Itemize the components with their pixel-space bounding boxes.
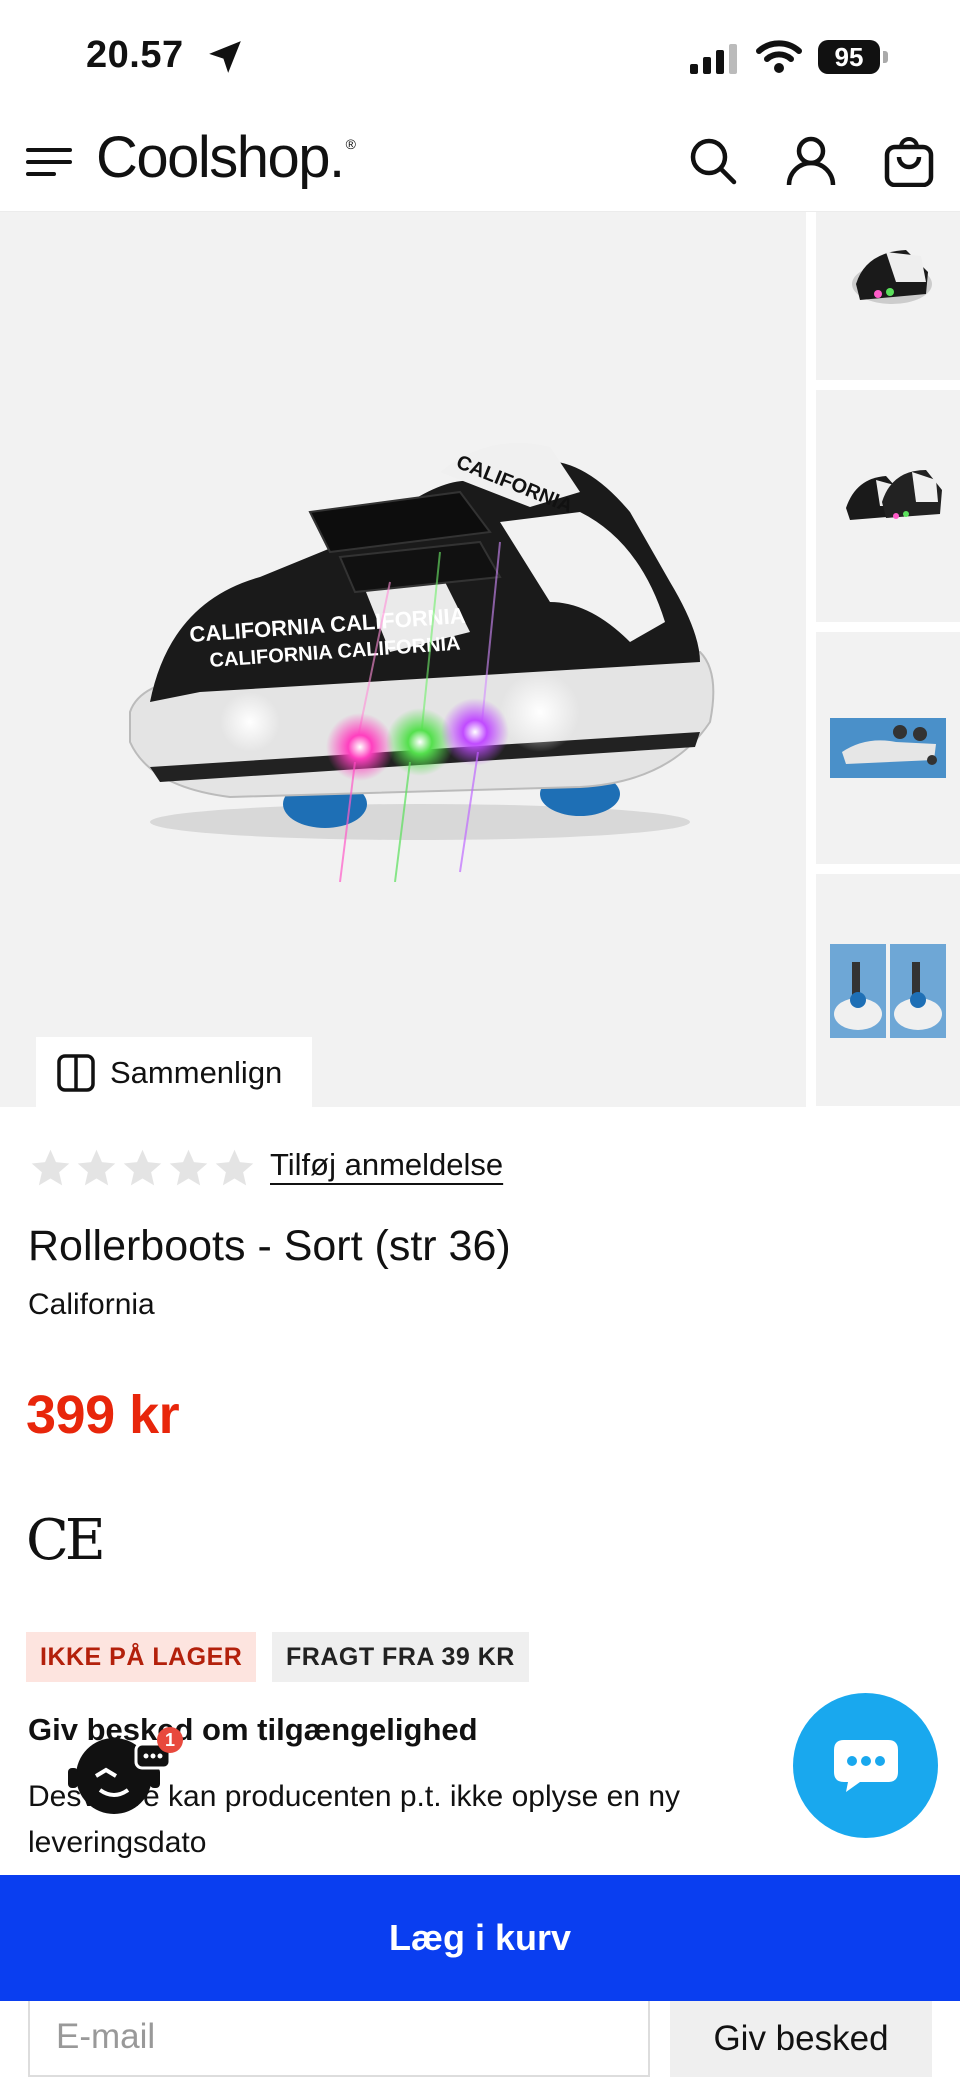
thumbnail-1[interactable]	[816, 212, 960, 380]
email-input[interactable]: E-mail	[28, 2001, 650, 2077]
status-time: 20.57	[86, 34, 184, 76]
site-header: Coolshop. ®	[0, 112, 960, 212]
battery-level: 95	[818, 40, 880, 74]
wifi-icon	[756, 40, 802, 73]
compare-icon	[57, 1054, 95, 1092]
star-icon	[77, 1149, 116, 1186]
star-icon	[123, 1149, 162, 1186]
thumbnail-image	[830, 718, 946, 778]
rollerboot-image: CALIFORNIA CALIFORNIA CALIFORNIA CALIFOR…	[129, 442, 715, 882]
stock-status-badge: IKKE PÅ LAGER	[26, 1632, 257, 1682]
thumbnail-3[interactable]	[816, 632, 960, 864]
add-review-link[interactable]: Tilføj anmeldelse	[270, 1147, 503, 1183]
compare-button[interactable]: Sammenlign	[36, 1037, 312, 1107]
thumbnail-image	[830, 944, 946, 1038]
compare-label: Sammenlign	[110, 1055, 283, 1090]
cellular-signal-icon	[690, 44, 737, 74]
chat-bubble-icon	[833, 1739, 898, 1792]
thumbnail-2[interactable]	[816, 390, 960, 622]
notify-form: E-mail Giv besked	[0, 2001, 960, 2077]
battery-icon: 95	[818, 40, 890, 74]
chatbot-unread-count: 1	[165, 1730, 175, 1750]
ce-mark: CE	[26, 1508, 106, 1573]
thumbnail-image	[852, 250, 932, 304]
cart-icon[interactable]	[880, 132, 938, 190]
chat-button[interactable]	[793, 1693, 938, 1838]
product-price: 399 kr	[26, 1385, 180, 1445]
status-bar: 20.57 95	[0, 0, 960, 112]
search-icon[interactable]	[684, 132, 742, 190]
add-to-cart-button[interactable]: Læg i kurv	[0, 1875, 960, 2001]
hamburger-menu-icon[interactable]	[26, 142, 72, 182]
shipping-badge: FRAGT FRA 39 KR	[272, 1632, 529, 1682]
product-brand[interactable]: California	[28, 1288, 155, 1322]
thumbnail-image	[846, 470, 942, 520]
coolshop-logo[interactable]: Coolshop. ®	[96, 124, 356, 191]
location-arrow-icon	[209, 41, 241, 73]
star-icon	[31, 1149, 70, 1186]
star-icon	[215, 1149, 254, 1186]
thumbnail-4[interactable]	[816, 874, 960, 1106]
chatbot-widget[interactable]: 1	[66, 1726, 186, 1816]
account-icon[interactable]	[782, 132, 840, 190]
notify-me-button[interactable]: Giv besked	[670, 2001, 932, 2077]
rating-stars	[28, 1146, 257, 1191]
star-icon	[169, 1149, 208, 1186]
chatbot-face-icon: 1	[68, 1727, 183, 1814]
product-title: Rollerboots - Sort (str 36)	[28, 1222, 511, 1270]
product-main-image[interactable]: CALIFORNIA CALIFORNIA CALIFORNIA CALIFOR…	[0, 212, 806, 1107]
